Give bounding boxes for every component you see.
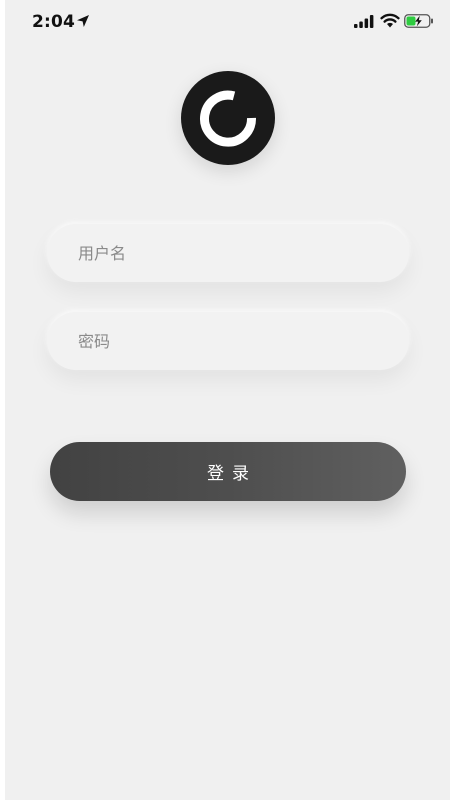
status-bar: 2:04 (0, 0, 450, 44)
battery-charging-icon (404, 14, 433, 28)
wifi-icon (380, 13, 400, 28)
username-input[interactable] (47, 224, 409, 282)
login-screen: 2:04 用户名 登录 (0, 0, 450, 800)
signal-icon (354, 15, 374, 28)
logo-ring-icon (200, 90, 257, 147)
status-time: 2:04 (32, 12, 76, 32)
app-logo (181, 71, 275, 165)
location-arrow-icon (77, 15, 89, 27)
password-field[interactable] (47, 312, 409, 370)
username-field[interactable] (47, 224, 409, 282)
password-input[interactable] (47, 312, 409, 370)
login-button[interactable]: 登录 (50, 442, 406, 501)
